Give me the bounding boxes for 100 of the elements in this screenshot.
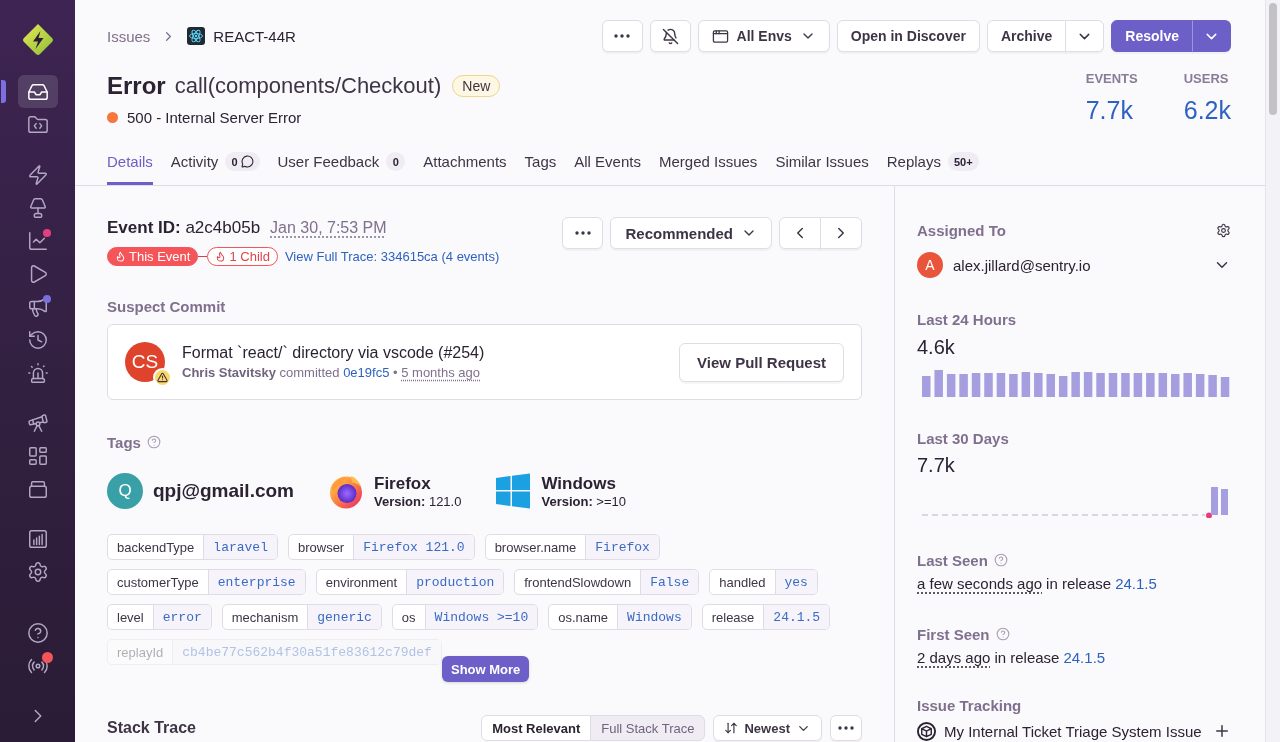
tab[interactable]: User Feedback 0 [277,145,406,185]
section-heading: Stack Trace [107,719,196,737]
tag-key: os [392,605,425,629]
user-avatar: Q [107,473,143,509]
tab[interactable]: Merged Issues [659,145,758,185]
sort-dropdown[interactable]: Newest [713,715,822,741]
tag-value: Firefox 121.0 [353,535,474,559]
toolbar-button[interactable]: Archive [986,20,1067,52]
tag-key: os.name [549,605,618,629]
warning-icon [153,368,172,387]
stat-label: USERS [1183,71,1229,87]
release-link[interactable]: 24.1.5 [1115,574,1157,592]
telescope-icon [26,411,49,434]
event-total: 7.7k [917,454,956,476]
tab[interactable]: Details [107,145,153,185]
tag-key: browser [288,535,354,559]
segment-button[interactable]: Full Stack Trace [590,715,706,741]
tag-value: False [640,570,699,594]
trace-link[interactable]: View Full Trace: 334615ca (4 events) [284,248,500,264]
pull-request-button[interactable]: View Pull Request [679,342,844,382]
tab[interactable]: Tags [524,145,557,185]
breadcrumb-link[interactable]: REACT-44R [213,27,296,45]
mute-button[interactable] [649,20,691,52]
tag-value: generic [307,605,381,629]
toolbar-button[interactable]: Open in Discover [836,20,980,52]
tag-pill[interactable]: browser.name Firefox [484,534,660,560]
highlight-version: Version: >=10 [541,493,626,509]
tag-key: level [108,605,153,629]
level-dot-icon [107,111,118,123]
panel-heading: First Seen [917,625,990,643]
stat-label: EVENTS [1085,71,1138,87]
tag-pill[interactable]: customerType enterprise [107,569,306,595]
tag-key: mechanism [222,605,308,629]
more-button[interactable] [601,20,643,52]
tag-pill[interactable]: browser Firefox 121.0 [287,534,475,560]
tag-key: browser.name [485,535,586,559]
tag-pill[interactable]: handled yes [709,569,818,595]
seen-text: a few seconds ago in release 24.1.5 [917,574,1158,592]
segment-button[interactable]: Most Relevant [481,715,592,741]
tag-pill[interactable]: backendType laravel [107,534,278,560]
show-more-button[interactable]: Show More [442,656,530,682]
tag-key: frontendSlowdown [515,570,641,594]
environment-dropdown[interactable]: All Envs [697,20,830,52]
stat-value-link[interactable]: 7.7k [1085,96,1133,124]
commit-hash-link[interactable]: 0e19fc5 [343,365,390,380]
tab[interactable]: Similar Issues [775,145,869,185]
trace-event-tag[interactable]: 1 Child [207,246,278,266]
tag-pill[interactable]: mechanism generic [221,604,382,630]
breadcrumb-link[interactable]: Issues [107,27,151,45]
dashboard-icon [26,444,49,467]
tag-pill[interactable]: os.name Windows [548,604,692,630]
flame-icon [215,250,227,262]
line-chart-icon [26,229,49,252]
highlight-title: Firefox [374,473,432,494]
tag-key: customerType [108,570,208,594]
commit-meta: Chris Stavitsky committed 0e19fc5 • 5 months ago [182,365,481,380]
window-panes-icon [495,473,532,509]
tag-pill[interactable]: os Windows >=10 [391,604,539,630]
tab[interactable]: Replays 50+ [886,145,979,185]
tag-value: 24.1.5 [763,605,830,629]
cube-icon [917,721,936,741]
plus-icon[interactable] [1213,722,1231,740]
sort-dropdown[interactable]: Recommended [610,217,772,249]
help-icon [26,621,49,644]
tracking-link[interactable]: My Internal Ticket Triage System Issue [944,722,1205,740]
tab[interactable]: Attachments [423,145,507,185]
event-date: Jan 30, 7:53 PM [270,219,387,237]
lightning-diamond-logo[interactable] [20,23,55,57]
panel-heading: Issue Tracking [917,696,1022,714]
comment-icon [240,155,254,168]
highlight-title: Windows [541,473,617,494]
relative-time: a few seconds ago [917,574,1043,592]
panel-heading: Last 24 Hours [917,310,1017,328]
flame-icon [115,250,126,262]
settings-icon[interactable] [1216,222,1231,238]
stat-value-link[interactable]: 6.2k [1183,96,1231,124]
more-button[interactable] [562,217,604,249]
lightning-icon [26,163,49,186]
tab[interactable]: Activity 0 [170,145,260,185]
count-pill: 50+ [947,152,979,171]
tag-pill[interactable]: level error [107,604,212,630]
more-button[interactable] [830,715,862,741]
primary-button[interactable]: Resolve [1111,20,1193,52]
count-pill: 0 [386,152,406,171]
dropdown-toggle[interactable] [1192,20,1231,52]
section-heading: Tags [107,433,141,451]
seen-text: 2 days ago in release 24.1.5 [917,648,1107,666]
folder-code-icon [26,113,49,136]
commit-message: Format `react/` directory via vscode (#254) [182,344,486,362]
tag-pill[interactable]: release 24.1.5 [701,604,831,630]
status-badge: New [452,75,501,97]
tab[interactable]: All Events [574,145,641,185]
tag-pill[interactable]: frontendSlowdown False [514,569,700,595]
scrollbar-thumb[interactable] [1269,3,1277,115]
siren-icon [26,361,49,384]
tag-pill[interactable]: environment production [315,569,505,595]
tag-value: production [406,570,504,594]
section-heading: Suspect Commit [107,297,227,315]
tag-value: Windows [617,605,691,629]
release-link[interactable]: 24.1.5 [1063,648,1106,666]
